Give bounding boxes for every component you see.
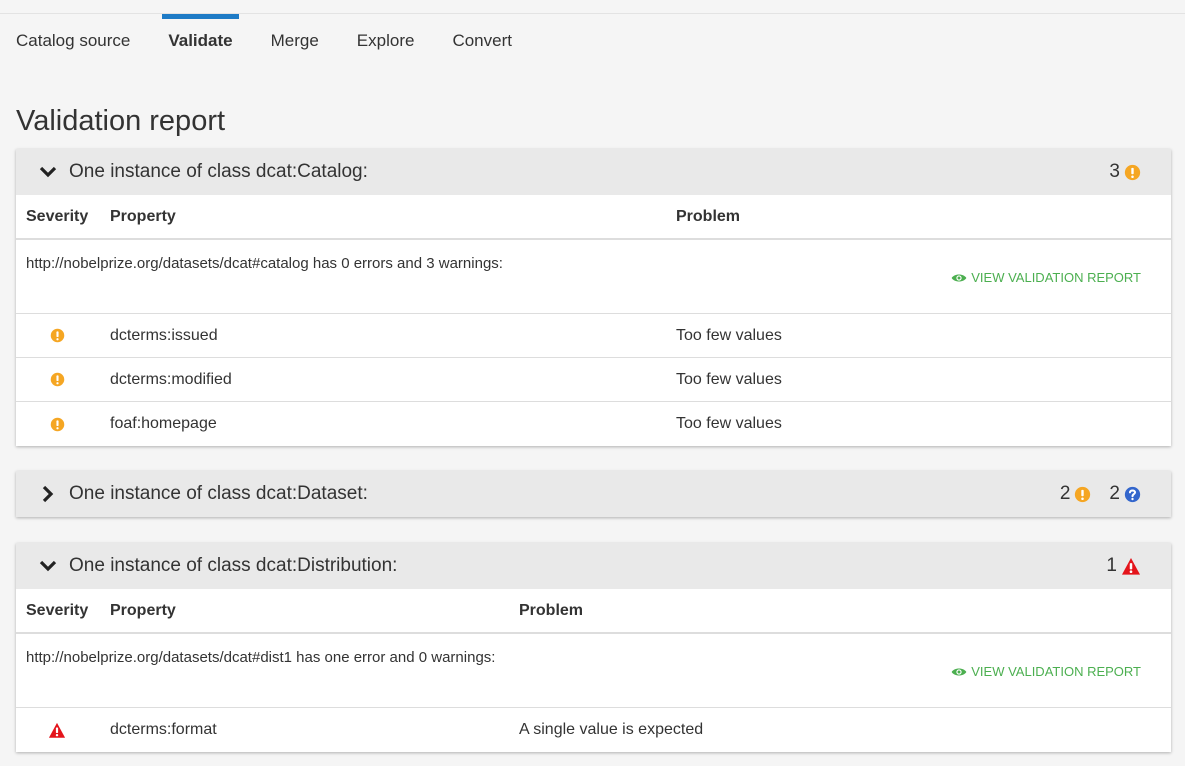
chevron-down-icon xyxy=(39,166,57,178)
problem-header: Problem xyxy=(519,601,584,619)
severity-cell xyxy=(16,417,110,432)
table-row: dcterms:format A single value is expecte… xyxy=(16,708,1171,752)
error-count-value: 1 xyxy=(1106,555,1117,576)
chevron-down-icon xyxy=(39,560,57,572)
distribution-panel: One instance of class dcat:Distribution:… xyxy=(16,543,1171,752)
error-icon xyxy=(1121,557,1141,575)
tab-merge[interactable]: Merge xyxy=(271,14,319,54)
problem-cell: Too few values xyxy=(676,326,782,344)
eye-icon xyxy=(951,668,967,675)
warning-count-value: 3 xyxy=(1109,161,1120,182)
table-row: foaf:homepage Too few values xyxy=(16,402,1171,446)
catalog-panel-title: One instance of class dcat:Catalog: xyxy=(69,161,368,182)
view-validation-report-label: VIEW VALIDATION REPORT xyxy=(971,664,1141,679)
tab-explore[interactable]: Explore xyxy=(357,14,415,54)
warning-icon xyxy=(1124,164,1141,180)
main-tabs: Catalog source Validate Merge Explore Co… xyxy=(0,14,1185,54)
warning-icon xyxy=(50,372,64,387)
property-cell: foaf:homepage xyxy=(110,415,217,432)
severity-cell xyxy=(16,372,110,387)
info-count-value: 2 xyxy=(1109,483,1120,504)
warning-count: 2 xyxy=(1060,483,1092,505)
property-cell: dcterms:modified xyxy=(110,370,232,388)
distribution-table-header: Severity Property Problem xyxy=(16,589,1171,634)
warning-icon xyxy=(1075,486,1091,502)
tab-convert[interactable]: Convert xyxy=(452,14,512,54)
severity-header: Severity xyxy=(26,601,89,619)
tab-catalog-source[interactable]: Catalog source xyxy=(16,14,130,54)
dataset-panel-header[interactable]: One instance of class dcat:Dataset: 2 2 xyxy=(16,471,1171,517)
question-icon xyxy=(1124,486,1141,502)
property-header: Property xyxy=(110,207,176,225)
eye-icon xyxy=(951,274,967,281)
distribution-summary-text: http://nobelprize.org/datasets/dcat#dist… xyxy=(26,649,496,666)
chevron-right-icon xyxy=(42,485,54,503)
view-validation-report-link[interactable]: VIEW VALIDATION REPORT xyxy=(951,664,1141,679)
table-row: dcterms:modified Too few values xyxy=(16,358,1171,402)
warning-count-value: 2 xyxy=(1059,483,1071,504)
catalog-panel-header[interactable]: One instance of class dcat:Catalog: 3 xyxy=(16,149,1171,195)
severity-header: Severity xyxy=(26,207,89,225)
catalog-table-header: Severity Property Problem xyxy=(16,195,1171,240)
property-cell: dcterms:issued xyxy=(110,326,218,344)
catalog-counts: 3 xyxy=(1091,161,1141,183)
warning-icon xyxy=(50,328,64,343)
info-count: 2 xyxy=(1109,483,1141,505)
severity-cell xyxy=(16,722,110,739)
table-row: dcterms:issued Too few values xyxy=(16,314,1171,358)
warning-icon xyxy=(50,417,64,431)
catalog-summary-text: http://nobelprize.org/datasets/dcat#cata… xyxy=(26,255,503,272)
problem-cell: Too few values xyxy=(676,415,782,432)
error-icon xyxy=(48,722,66,738)
page-title: Validation report xyxy=(16,105,226,137)
dataset-panel: One instance of class dcat:Dataset: 2 2 xyxy=(16,471,1171,517)
problem-cell: Too few values xyxy=(676,370,782,388)
view-validation-report-link[interactable]: VIEW VALIDATION REPORT xyxy=(951,270,1141,285)
distribution-panel-title: One instance of class dcat:Distribution: xyxy=(69,555,398,576)
catalog-summary-row: http://nobelprize.org/datasets/dcat#cata… xyxy=(16,240,1171,314)
view-validation-report-label: VIEW VALIDATION REPORT xyxy=(971,270,1141,285)
tab-validate[interactable]: Validate xyxy=(162,14,239,54)
error-count: 1 xyxy=(1106,555,1141,577)
property-cell: dcterms:format xyxy=(110,721,217,738)
dataset-panel-title: One instance of class dcat:Dataset: xyxy=(69,483,368,504)
distribution-counts: 1 xyxy=(1088,555,1141,577)
problem-header: Problem xyxy=(676,207,741,225)
warning-count: 3 xyxy=(1109,161,1141,183)
catalog-panel: One instance of class dcat:Catalog: 3 Se… xyxy=(16,149,1171,446)
distribution-panel-header[interactable]: One instance of class dcat:Distribution:… xyxy=(16,543,1171,589)
distribution-summary-row: http://nobelprize.org/datasets/dcat#dist… xyxy=(16,634,1171,708)
top-divider xyxy=(0,0,1185,14)
dataset-counts: 2 2 xyxy=(1042,483,1141,505)
severity-cell xyxy=(16,328,110,343)
property-header: Property xyxy=(110,601,176,619)
problem-cell: A single value is expected xyxy=(519,721,704,738)
